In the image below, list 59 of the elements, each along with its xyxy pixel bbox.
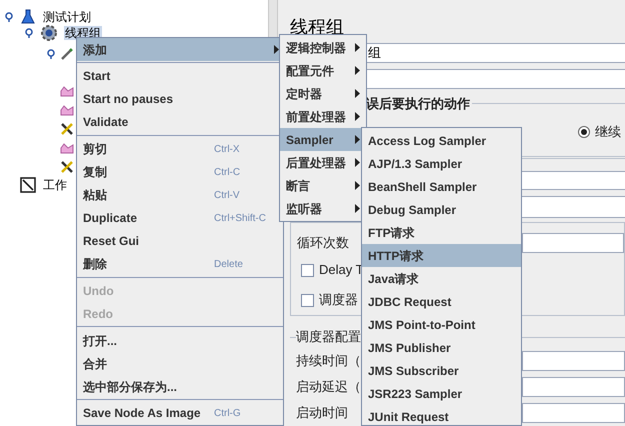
text-field[interactable]	[522, 377, 625, 397]
menu-item[interactable]: Reset Gui	[77, 230, 283, 253]
menu-item[interactable]: JSR223 Sampler	[362, 382, 521, 405]
menu-item[interactable]: Start no pauses	[77, 88, 283, 111]
menu-item[interactable]: 复制 Ctrl-C	[77, 160, 283, 184]
submenu-arrow-icon	[355, 43, 360, 52]
submenu-arrow-icon	[355, 112, 360, 121]
tree-item[interactable]: 工作	[42, 178, 68, 192]
menu-item[interactable]: HTTP请求	[362, 244, 521, 267]
menu-item[interactable]: FTP请求	[362, 221, 521, 244]
text-field[interactable]	[522, 403, 625, 423]
submenu-arrow-icon	[274, 45, 279, 54]
menu-item[interactable]: 删除 Delete	[77, 252, 283, 276]
menu-item[interactable]: 粘贴 Ctrl-V	[77, 184, 283, 207]
submenu-arrow-icon	[355, 181, 360, 190]
gear-icon	[40, 24, 58, 42]
menu-item[interactable]: Save Node As Image Ctrl-G	[77, 402, 283, 425]
chart-icon	[60, 104, 74, 116]
menu-item[interactable]: 定时器	[280, 82, 366, 105]
menu-item[interactable]: Validate	[77, 110, 283, 134]
tree-item[interactable]: 测试计划	[42, 10, 92, 24]
text-field[interactable]	[522, 351, 625, 371]
checkbox-option[interactable]: 调度器	[297, 285, 358, 315]
submenu-arrow-icon	[355, 135, 360, 144]
menu-item[interactable]: Start	[77, 64, 283, 88]
menu-item[interactable]: 选中部分保存为...	[77, 375, 283, 398]
radio-option[interactable]: 继续	[578, 122, 621, 142]
field-label: 启动时间	[296, 404, 349, 422]
field-label: 持续时间（	[296, 352, 362, 370]
chart-icon	[60, 84, 74, 96]
chart-icon	[60, 142, 74, 154]
menu-item[interactable]: JUnit Request	[362, 405, 521, 425]
menu-item[interactable]: 打开...	[77, 329, 283, 352]
text-field[interactable]	[522, 170, 625, 190]
expand-handle-icon[interactable]	[46, 49, 56, 59]
menu-item[interactable]: JMS Point-to-Point	[362, 313, 521, 336]
bench-icon	[20, 177, 36, 193]
field-label: 启动延迟（	[296, 378, 362, 396]
submenu-arrow-icon	[355, 89, 360, 98]
group-legend: 误后要执行的动作	[366, 94, 470, 114]
expand-handle-icon[interactable]	[4, 12, 14, 22]
menu-item[interactable]: 剪切 Ctrl-X	[77, 138, 283, 161]
submenu-arrow-icon	[355, 158, 360, 167]
menu-item[interactable]: JDBC Request	[362, 290, 521, 313]
submenu-arrow-icon	[355, 204, 360, 213]
expand-handle-icon[interactable]	[24, 28, 34, 38]
menu-item[interactable]: 前置处理器	[280, 105, 366, 128]
submenu-arrow-icon	[355, 66, 360, 75]
menu-item[interactable]: JMS Subscriber	[362, 359, 521, 382]
text-field[interactable]	[522, 196, 625, 218]
group-legend: 调度器配置	[296, 327, 361, 347]
menu-item[interactable]: 合并	[77, 352, 283, 376]
menu-item[interactable]: Java请求	[362, 267, 521, 290]
flask-icon	[20, 9, 36, 25]
pencil-icon	[60, 47, 74, 61]
menu-item[interactable]: JMS Publisher	[362, 336, 521, 359]
field-label: 循环次数	[297, 234, 349, 252]
loop-count-field[interactable]	[522, 233, 624, 253]
menu-item[interactable]: Duplicate Ctrl+Shift-C	[77, 206, 283, 230]
